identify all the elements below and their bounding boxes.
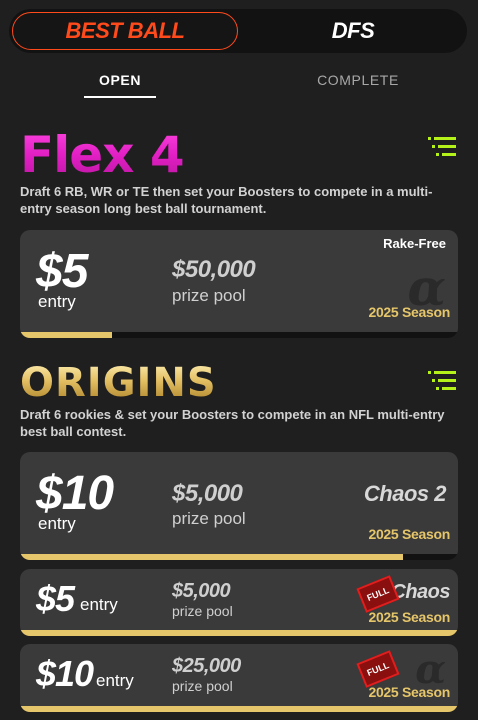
- prize-label: prize pool: [172, 509, 246, 528]
- progress-track: [20, 630, 458, 636]
- prize-label: prize pool: [172, 678, 233, 694]
- progress-track: [20, 706, 458, 712]
- prize-label: prize pool: [172, 286, 246, 305]
- entry-amount: $10: [36, 653, 94, 694]
- prize-amount: $50,000: [172, 256, 256, 283]
- tab-open[interactable]: OPEN: [84, 72, 156, 88]
- season-label: 2025 Season: [368, 609, 450, 625]
- rake-free-tag: Rake-Free: [383, 236, 446, 251]
- prize-label: prize pool: [172, 603, 233, 619]
- prize-amount: $5,000: [172, 580, 231, 602]
- origins-logo: ORIGINS: [20, 360, 217, 406]
- contest-name: Chaos 2: [363, 481, 447, 506]
- prize-amount: $5,000: [172, 480, 243, 507]
- entry-amount: $5: [36, 245, 88, 298]
- prize-amount: $25,000: [172, 655, 241, 677]
- contest-card[interactable]: $5 entry $50,000 prize pool Rake-Free α …: [20, 230, 458, 338]
- progress-fill: [20, 332, 112, 338]
- entry-label: entry: [38, 292, 76, 311]
- contest-tabs: OPEN COMPLETE: [0, 60, 478, 100]
- progress-fill: [20, 630, 458, 636]
- best-ball-toggle[interactable]: BEST BALL: [12, 12, 238, 50]
- season-label: 2025 Season: [368, 684, 450, 700]
- contest-card[interactable]: $5 entry $5,000 prize pool Chaos FULL 20…: [20, 569, 458, 636]
- progress-fill: [20, 706, 458, 712]
- season-label: 2025 Season: [368, 526, 450, 542]
- entry-amount: $10: [36, 467, 114, 520]
- entry-label: entry: [38, 514, 76, 533]
- dfs-toggle[interactable]: DFS: [241, 12, 465, 50]
- tab-complete[interactable]: COMPLETE: [300, 72, 416, 88]
- entry-amount: $5: [36, 578, 75, 619]
- progress-track: [20, 554, 458, 560]
- entry-label: entry: [80, 595, 118, 614]
- season-label: 2025 Season: [368, 304, 450, 320]
- progress-track: [20, 332, 458, 338]
- contest-card[interactable]: $10 entry $25,000 prize pool α FULL 2025…: [20, 644, 458, 712]
- list-icon[interactable]: [428, 136, 456, 158]
- origins-description: Draft 6 rookies & set your Boosters to c…: [20, 407, 445, 439]
- entry-label: entry: [96, 671, 134, 690]
- contest-card[interactable]: $10 entry $5,000 prize pool Chaos 2 2025…: [20, 452, 458, 560]
- active-tab-indicator: [84, 96, 156, 98]
- flex-4-description: Draft 6 RB, WR or TE then set your Boost…: [20, 184, 433, 216]
- flex-4-logo: Flex 4: [20, 126, 185, 184]
- progress-fill: [20, 554, 404, 560]
- contest-name: Chaos: [391, 581, 450, 603]
- list-icon[interactable]: [428, 370, 456, 392]
- full-badge: FULL: [356, 650, 400, 688]
- mode-switcher: BEST BALL DFS: [9, 9, 467, 53]
